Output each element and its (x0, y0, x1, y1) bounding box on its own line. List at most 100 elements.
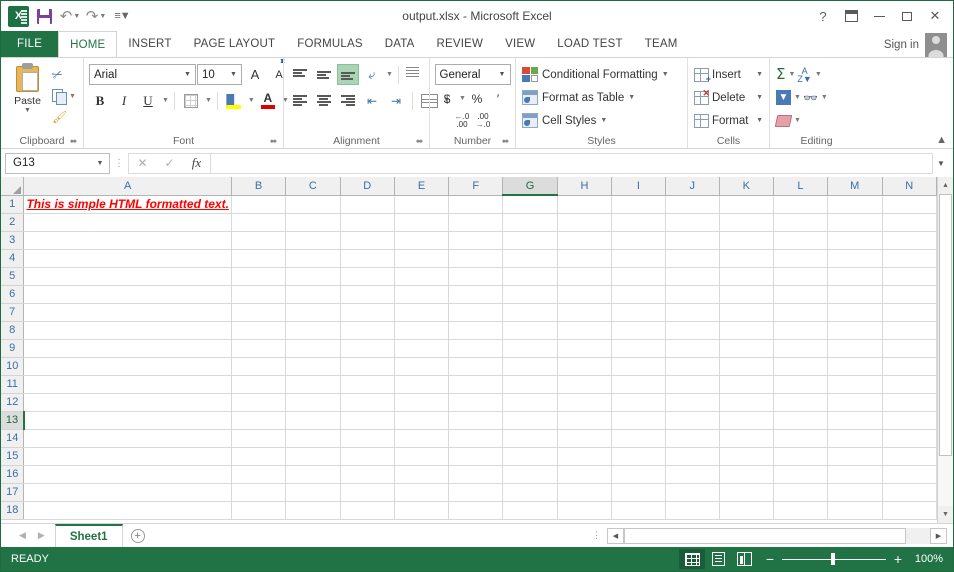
middle-align-button[interactable] (313, 64, 335, 85)
cell-n4[interactable] (882, 249, 937, 268)
cell-e6[interactable] (394, 285, 450, 304)
column-header-i[interactable]: I (611, 177, 666, 196)
cell-g17[interactable] (502, 483, 558, 502)
cell-h4[interactable] (557, 249, 613, 268)
cell-a2[interactable] (23, 213, 232, 232)
find-and-select-button[interactable]: 👓 (801, 87, 820, 108)
cell-g14[interactable] (502, 429, 558, 448)
font-color-button[interactable]: A (257, 90, 279, 111)
cell-k7[interactable] (719, 303, 774, 322)
cell-l8[interactable] (773, 321, 828, 340)
worksheet-grid[interactable]: A B C D E F G H I J K L M N 1 This is simple HTML forma… (1, 177, 937, 523)
cell-f17[interactable] (448, 483, 504, 502)
cell-b2[interactable] (231, 213, 287, 232)
cell-k13[interactable] (719, 411, 774, 430)
cell-g3[interactable] (502, 231, 558, 250)
cell-g9[interactable] (502, 339, 558, 358)
column-header-j[interactable]: J (665, 177, 720, 196)
cell-l13[interactable] (773, 411, 828, 430)
cell-b8[interactable] (231, 321, 287, 340)
font-name-combo[interactable]: Arial ▼ (89, 64, 196, 85)
row-header-15[interactable]: 15 (1, 447, 25, 466)
cell-l9[interactable] (773, 339, 828, 358)
cell-d12[interactable] (340, 393, 395, 412)
cell-g7[interactable] (502, 303, 558, 322)
cell-k10[interactable] (719, 357, 774, 376)
close-icon[interactable]: ✕ (921, 3, 949, 29)
cell-h2[interactable] (557, 213, 613, 232)
format-as-table-button[interactable]: Format as Table ▼ (520, 86, 683, 109)
cell-d10[interactable] (340, 357, 395, 376)
cell-l7[interactable] (773, 303, 828, 322)
cell-k9[interactable] (719, 339, 774, 358)
cell-e18[interactable] (394, 501, 450, 520)
font-dialog-launcher-icon[interactable]: ⬌ (268, 136, 279, 147)
cell-g10[interactable] (502, 357, 558, 376)
cell-a16[interactable] (23, 465, 232, 484)
expand-formula-bar-icon[interactable]: ▼ (933, 159, 949, 168)
cell-c2[interactable] (285, 213, 341, 232)
redo-icon[interactable]: ↷ ▼ (84, 4, 108, 28)
number-dialog-launcher-icon[interactable]: ⬌ (500, 136, 511, 147)
cell-m4[interactable] (827, 249, 883, 268)
cell-e17[interactable] (394, 483, 450, 502)
cell-f14[interactable] (448, 429, 504, 448)
cell-h9[interactable] (557, 339, 613, 358)
cell-k4[interactable] (719, 249, 774, 268)
cell-i17[interactable] (611, 483, 666, 502)
cell-a1[interactable]: This is simple HTML formatted text. (23, 195, 232, 214)
cell-m6[interactable] (827, 285, 883, 304)
chevron-down-icon[interactable]: ▼ (180, 71, 195, 78)
cell-a7[interactable] (23, 303, 232, 322)
cell-i4[interactable] (611, 249, 666, 268)
borders-button[interactable] (180, 90, 202, 111)
fill-color-button[interactable]: █ (223, 90, 245, 111)
sort-and-filter-button[interactable]: A Z▼ (795, 64, 813, 85)
cell-i18[interactable] (611, 501, 666, 520)
cell-c9[interactable] (285, 339, 341, 358)
cell-j16[interactable] (665, 465, 720, 484)
page-break-preview-button[interactable] (731, 549, 757, 569)
cell-g11[interactable] (502, 375, 558, 394)
cell-c12[interactable] (285, 393, 341, 412)
cell-f9[interactable] (448, 339, 504, 358)
cell-a4[interactable] (23, 249, 232, 268)
tab-view[interactable]: VIEW (494, 31, 546, 57)
autosum-button[interactable]: Σ (774, 64, 787, 85)
cell-n13[interactable] (882, 411, 937, 430)
column-header-k[interactable]: K (719, 177, 774, 196)
cell-e10[interactable] (394, 357, 450, 376)
cell-n10[interactable] (882, 357, 937, 376)
comma-style-button[interactable]: ′ (488, 89, 508, 108)
cell-k2[interactable] (719, 213, 774, 232)
cell-m15[interactable] (827, 447, 883, 466)
clear-chevron-down-icon[interactable]: ▼ (794, 117, 801, 124)
customize-quick-access-toolbar-icon[interactable]: ≡▼ (110, 4, 134, 28)
cell-d6[interactable] (340, 285, 395, 304)
cell-e9[interactable] (394, 339, 450, 358)
cell-h1[interactable] (557, 195, 613, 214)
cell-d15[interactable] (340, 447, 395, 466)
cell-g12[interactable] (502, 393, 558, 412)
cell-d17[interactable] (340, 483, 395, 502)
row-header-10[interactable]: 10 (1, 357, 25, 376)
percent-style-button[interactable]: % (467, 89, 487, 108)
cell-c10[interactable] (285, 357, 341, 376)
cell-b11[interactable] (231, 375, 287, 394)
underline-button[interactable]: U (137, 90, 159, 111)
chevron-down-icon[interactable]: ▼ (662, 71, 669, 78)
cell-c5[interactable] (285, 267, 341, 286)
cell-f13[interactable] (448, 411, 504, 430)
save-icon[interactable] (32, 4, 56, 28)
cell-a17[interactable] (23, 483, 232, 502)
horizontal-scroll-thumb[interactable] (624, 527, 906, 544)
cell-f16[interactable] (448, 465, 504, 484)
chevron-down-icon[interactable]: ▼ (756, 71, 763, 78)
cell-n18[interactable] (882, 501, 937, 520)
cell-l6[interactable] (773, 285, 828, 304)
minimize-icon[interactable] (865, 3, 893, 29)
cell-h8[interactable] (557, 321, 613, 340)
cell-j10[interactable] (665, 357, 720, 376)
cell-b5[interactable] (231, 267, 287, 286)
cell-b4[interactable] (231, 249, 287, 268)
